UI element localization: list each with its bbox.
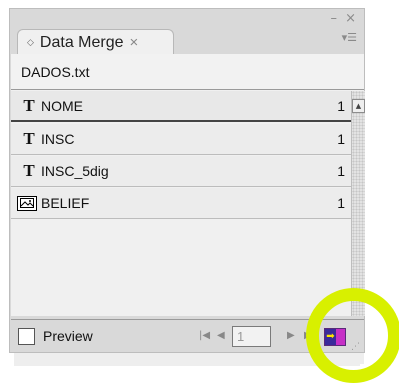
field-name: INSC	[41, 131, 75, 147]
text-field-icon: T	[23, 129, 35, 148]
panel-menu-icon[interactable]: ▾☰	[342, 31, 357, 44]
field-name: BELIEF	[41, 195, 90, 211]
field-count: 1	[337, 131, 345, 147]
field-list: T NOME 1 T INSC 1 T INSC_5dig 1 BELIEF 1…	[11, 91, 365, 316]
data-source-file: DADOS.txt	[11, 54, 364, 90]
highlight-circle	[306, 288, 399, 383]
vertical-scrollbar[interactable]: ▲	[351, 91, 365, 316]
scroll-up-icon[interactable]: ▲	[352, 99, 365, 113]
tab-data-merge[interactable]: ◇ Data Merge ×	[17, 29, 174, 55]
data-source-file-name: DADOS.txt	[21, 63, 90, 80]
panel-content: DADOS.txt T NOME 1 T INSC 1 T INSC_5dig …	[11, 54, 365, 316]
field-count: 1	[337, 97, 345, 114]
previous-record-icon[interactable]: ◀	[217, 330, 225, 341]
text-field-icon: T	[23, 161, 35, 180]
field-row-belief[interactable]: BELIEF 1	[11, 188, 351, 219]
tab-diamond-icon: ◇	[27, 37, 34, 47]
tab-label: Data Merge	[39, 33, 124, 51]
field-name: INSC_5dig	[41, 163, 109, 179]
field-count: 1	[337, 163, 345, 179]
preview-label: Preview	[43, 328, 93, 344]
window-controls[interactable]: – ×	[330, 11, 358, 26]
first-record-icon[interactable]: |◀	[199, 330, 210, 341]
field-name: NOME	[41, 97, 83, 114]
image-field-icon	[17, 195, 37, 211]
record-number-field[interactable]: 1	[232, 326, 271, 347]
tab-close-icon[interactable]: ×	[130, 34, 139, 51]
field-count: 1	[337, 195, 345, 211]
preview-checkbox[interactable]	[18, 328, 35, 345]
text-field-icon: T	[23, 95, 35, 115]
field-row-insc[interactable]: T INSC 1	[11, 124, 351, 155]
next-record-icon[interactable]: ▶	[287, 330, 295, 341]
field-row-nome[interactable]: T NOME 1	[11, 91, 351, 122]
field-row-insc-5dig[interactable]: T INSC_5dig 1	[11, 156, 351, 187]
data-merge-panel: – × ▾☰ ◇ Data Merge × DADOS.txt T NOME 1…	[9, 8, 365, 353]
panel-shadow-bottom	[14, 352, 360, 366]
image-placeholder-icon	[20, 198, 34, 208]
